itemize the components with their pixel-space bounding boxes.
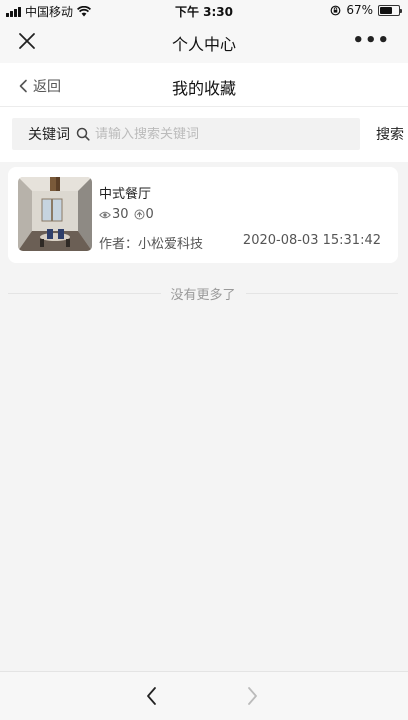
search-button[interactable]: 搜索: [376, 124, 404, 144]
views-count: 30: [112, 207, 129, 222]
divider-line-right: [245, 292, 399, 294]
forward-arrow-icon[interactable]: [240, 684, 264, 708]
search-box[interactable]: 关键词: [12, 118, 360, 150]
card-title: 中式餐厅: [99, 187, 152, 202]
card-author: 作者：小松爱科技: [99, 237, 204, 252]
divider-line-left: [8, 292, 161, 294]
card-stats: 30 0: [99, 207, 154, 222]
favorite-card[interactable]: 中式餐厅 30 0 作者：小松爱科技 2020-08-03 15:31:42: [8, 167, 398, 263]
nav-bar: 个人中心 •••: [0, 20, 408, 63]
battery-percent: 67%: [346, 3, 373, 17]
thumbnail-image: [18, 177, 92, 251]
search-icon: [76, 127, 90, 141]
page-title: 我的收藏: [171, 79, 236, 98]
bottom-toolbar: [0, 671, 408, 720]
like-icon: [134, 209, 145, 220]
likes-stat: 0: [134, 207, 154, 222]
battery-icon: [378, 4, 402, 16]
search-area: 关键词 搜索: [0, 107, 408, 162]
nav-title: 个人中心: [171, 35, 236, 54]
more-options-icon[interactable]: •••: [352, 30, 390, 51]
likes-count: 0: [145, 207, 154, 222]
status-bar: 中国移动 下午 3:30 67%: [0, 0, 408, 20]
page-header: 返回 我的收藏: [0, 63, 408, 107]
eye-icon: [99, 211, 111, 218]
status-right: 67%: [330, 3, 402, 17]
search-input[interactable]: [95, 126, 315, 142]
orientation-lock-icon: [330, 5, 341, 15]
back-arrow-icon[interactable]: [140, 684, 164, 708]
no-more-divider: 没有更多了: [8, 283, 399, 303]
battery-fill: [380, 6, 393, 14]
card-date: 2020-08-03 15:31:42: [242, 233, 381, 248]
views-stat: 30: [99, 207, 129, 222]
no-more-text: 没有更多了: [170, 287, 236, 303]
keyword-label: 关键词: [28, 127, 70, 143]
